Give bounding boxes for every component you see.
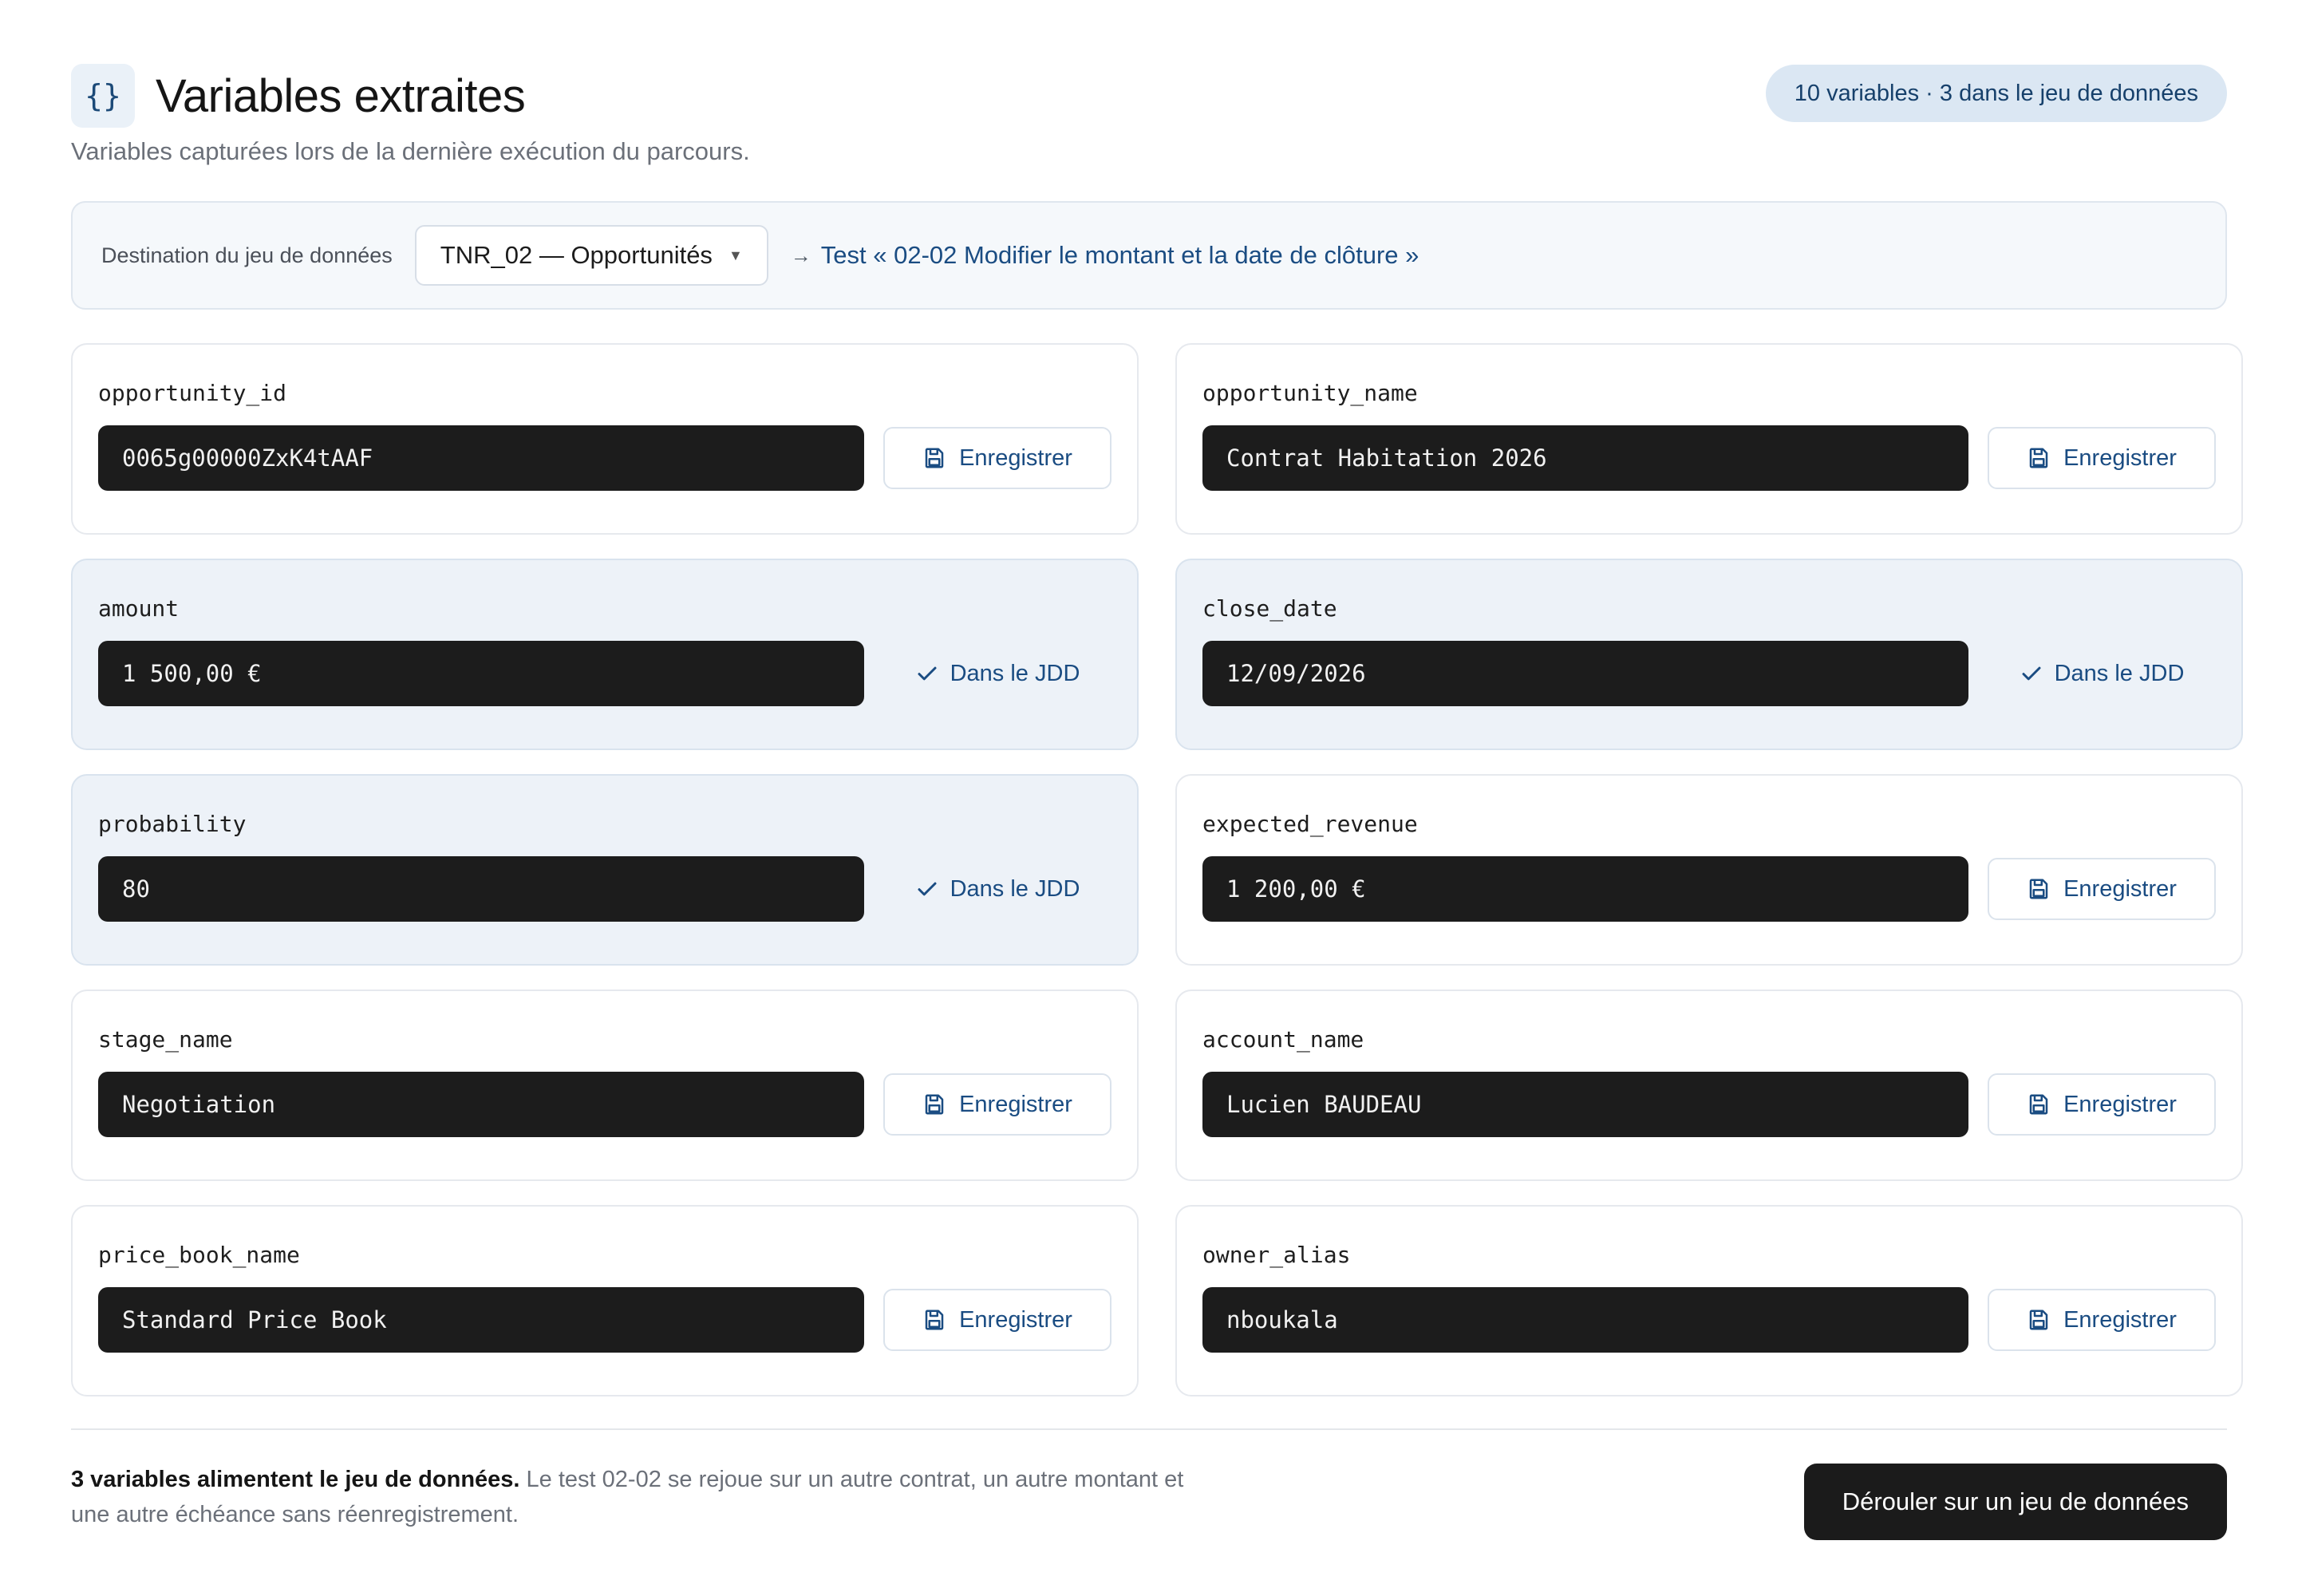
variable-value-field[interactable]: Standard Price Book [98,1287,864,1353]
check-icon [915,877,939,901]
destination-bar: Destination du jeu de données TNR_02 — O… [71,201,2227,310]
title-row: {} Variables extraites [71,64,750,128]
in-dataset-status: Dans le JDD [883,642,1111,705]
footer: 3 variables alimentent le jeu de données… [71,1462,2227,1540]
variable-name: owner_alias [1202,1242,1351,1268]
variable-value-field[interactable]: 80 [98,856,864,922]
variable-card-stage-name: stage_name Negotiation Enregistrer [71,990,1139,1181]
save-button-label: Enregistrer [2063,1306,2177,1333]
variable-card-close-date: close_date 12/09/2026 Dans le JDD [1175,559,2243,750]
footer-summary-bold: 3 variables alimentent le jeu de données… [71,1467,520,1492]
variable-row: Contrat Habitation 2026 Enregistrer [1202,425,2216,491]
variables-panel: {} Variables extraites Variables capturé… [0,0,2298,1596]
variable-value-field[interactable]: 1 200,00 € [1202,856,1968,922]
variable-row: Lucien BAUDEAU Enregistrer [1202,1072,2216,1137]
variable-card-probability: probability 80 Dans le JDD [71,774,1139,966]
variable-value-field[interactable]: 1 500,00 € [98,641,864,706]
braces-icon: {} [71,64,135,128]
destination-test-link[interactable]: → Test « 02-02 Modifier le montant et la… [791,241,1419,270]
header-left: {} Variables extraites Variables capturé… [71,64,750,166]
in-dataset-status: Dans le JDD [883,858,1111,920]
destination-test-label: Test « 02-02 Modifier le montant et la d… [820,241,1419,269]
save-icon [2027,1092,2051,1116]
save-variable-button[interactable]: Enregistrer [1988,858,2216,920]
variable-row: Negotiation Enregistrer [98,1072,1111,1137]
save-button-label: Enregistrer [2063,1091,2177,1117]
variable-name: opportunity_name [1202,380,1418,406]
save-button-label: Enregistrer [959,1091,1072,1117]
variable-row: 12/09/2026 Dans le JDD [1202,641,2216,706]
variable-card-amount: amount 1 500,00 € Dans le JDD [71,559,1139,750]
save-variable-button[interactable]: Enregistrer [1988,1289,2216,1351]
variable-card-expected-revenue: expected_revenue 1 200,00 € Enregistrer [1175,774,2243,966]
variable-row: nboukala Enregistrer [1202,1287,2216,1353]
save-button-label: Enregistrer [959,444,1072,471]
save-icon [2027,877,2051,901]
save-icon [922,446,946,470]
in-dataset-label: Dans le JDD [950,875,1080,902]
save-variable-button[interactable]: Enregistrer [883,1073,1111,1136]
save-variable-button[interactable]: Enregistrer [1988,427,2216,489]
variable-row: Standard Price Book Enregistrer [98,1287,1111,1353]
destination-select[interactable]: TNR_02 — Opportunités ▼ [414,225,768,286]
page-subtitle: Variables capturées lors de la dernière … [71,137,750,165]
variable-name: probability [98,811,247,837]
variable-card-owner-alias: owner_alias nboukala Enregistrer [1175,1205,2243,1396]
variable-card-price-book-name: price_book_name Standard Price Book Enregi… [71,1205,1139,1396]
variable-value-field[interactable]: nboukala [1202,1287,1968,1353]
save-button-label: Enregistrer [959,1306,1072,1333]
check-icon [2020,662,2043,685]
variable-row: 0065g00000ZxK4tAAF Enregistrer [98,425,1111,491]
variable-value-field[interactable]: 12/09/2026 [1202,641,1968,706]
variable-name: stage_name [98,1026,233,1053]
destination-label: Destination du jeu de données [101,243,393,267]
count-badge: 10 variables · 3 dans le jeu de données [1765,65,2227,122]
variable-row: 1 500,00 € Dans le JDD [98,641,1111,706]
save-button-label: Enregistrer [2063,875,2177,902]
arrow-right-icon: → [790,243,811,267]
variable-value-field[interactable]: Lucien BAUDEAU [1202,1072,1968,1137]
in-dataset-label: Dans le JDD [2054,660,2185,686]
save-variable-button[interactable]: Enregistrer [883,1289,1111,1351]
footer-summary: 3 variables alimentent le jeu de données… [71,1462,1204,1532]
variable-name: account_name [1202,1026,1364,1053]
variable-card-opportunity-id: opportunity_id 0065g00000ZxK4tAAF Enregist… [71,343,1139,535]
save-icon [922,1308,946,1332]
variable-value-field[interactable]: 0065g00000ZxK4tAAF [98,425,864,491]
header: {} Variables extraites Variables capturé… [71,64,2227,166]
variable-row: 80 Dans le JDD [98,856,1111,922]
variable-name: opportunity_id [98,380,287,406]
in-dataset-status: Dans le JDD [1988,642,2216,705]
save-icon [2027,1308,2051,1332]
save-icon [2027,446,2051,470]
variable-value-field[interactable]: Negotiation [98,1072,864,1137]
page-title: Variables extraites [156,69,526,122]
save-variable-button[interactable]: Enregistrer [883,427,1111,489]
destination-selected-value: TNR_02 — Opportunités [440,241,713,269]
save-variable-button[interactable]: Enregistrer [1988,1073,2216,1136]
save-button-label: Enregistrer [2063,444,2177,471]
variable-name: price_book_name [98,1242,300,1268]
variables-grid: opportunity_id 0065g00000ZxK4tAAF Enregist… [71,343,2243,1396]
in-dataset-label: Dans le JDD [950,660,1080,686]
save-icon [922,1092,946,1116]
variable-value-field[interactable]: Contrat Habitation 2026 [1202,425,1968,491]
caret-down-icon: ▼ [728,247,743,263]
run-on-dataset-button[interactable]: Dérouler sur un jeu de données [1803,1464,2227,1540]
variable-name: close_date [1202,595,1337,622]
variable-row: 1 200,00 € Enregistrer [1202,856,2216,922]
variable-name: expected_revenue [1202,811,1418,837]
divider [71,1428,2227,1430]
variable-name: amount [98,595,180,622]
variable-card-account-name: account_name Lucien BAUDEAU Enregistrer [1175,990,2243,1181]
check-icon [915,662,939,685]
variable-card-opportunity-name: opportunity_name Contrat Habitation 2026 E… [1175,343,2243,535]
